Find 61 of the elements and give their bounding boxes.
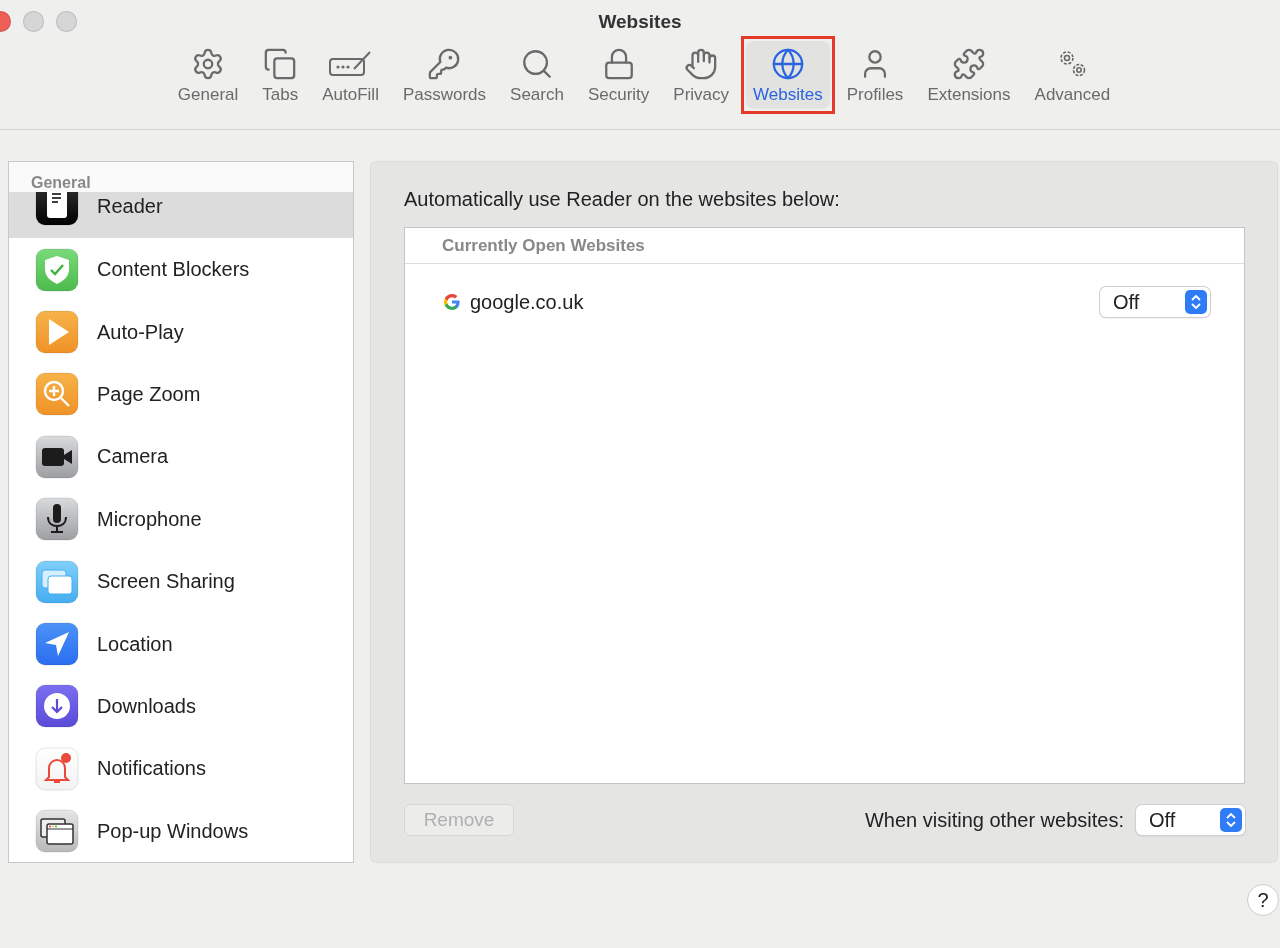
sidebar-label: Camera bbox=[97, 445, 169, 469]
stepper-icon bbox=[1185, 290, 1207, 315]
sidebar-item[interactable]: Pop-up Windows bbox=[9, 800, 353, 863]
key-icon bbox=[427, 46, 462, 81]
toolbar-tab[interactable]: Tabs bbox=[255, 40, 306, 109]
toolbar-tab[interactable]: Extensions bbox=[920, 40, 1018, 109]
bell-icon bbox=[35, 746, 79, 791]
sidebar-label: Location bbox=[97, 632, 173, 656]
sidebar-label: Page Zoom bbox=[97, 382, 201, 406]
sidebar-label: Downloads bbox=[97, 694, 196, 718]
help-button[interactable]: ? bbox=[1247, 884, 1279, 917]
sidebar-label: Microphone bbox=[97, 507, 202, 531]
hand-icon bbox=[684, 46, 719, 81]
toolbar-tab[interactable]: Passwords bbox=[395, 40, 494, 109]
video-camera-icon bbox=[35, 434, 79, 479]
windows-icon bbox=[35, 809, 79, 854]
shield-check-icon bbox=[35, 247, 79, 292]
sidebar-item[interactable]: Camera bbox=[9, 425, 353, 489]
toolbar-tab[interactable]: Security bbox=[580, 40, 657, 109]
panel-heading: Automatically use Reader on the websites below: bbox=[404, 188, 841, 212]
toolbar-tab[interactable]: Search bbox=[503, 40, 571, 109]
sidebar-label: Screen Sharing bbox=[97, 570, 235, 594]
toolbar-tab[interactable]: Profiles bbox=[839, 40, 911, 109]
toolbar-tab[interactable]: Websites bbox=[746, 40, 830, 109]
stepper-icon bbox=[1220, 808, 1242, 833]
toolbar-tab[interactable]: Privacy bbox=[666, 40, 737, 109]
sidebar-item[interactable]: Notifications bbox=[9, 737, 353, 800]
sidebar-item[interactable]: Location bbox=[9, 612, 353, 676]
microphone-icon bbox=[35, 497, 79, 542]
site-favicon-icon bbox=[442, 292, 462, 313]
magnifier-plus-icon bbox=[35, 372, 79, 417]
sidebar-item[interactable]: Screen Sharing bbox=[9, 550, 353, 613]
play-icon bbox=[35, 310, 79, 355]
website-name: google.co.uk bbox=[470, 290, 585, 314]
tabs-icon bbox=[263, 46, 298, 81]
default-setting-popup[interactable]: Off bbox=[1136, 805, 1245, 836]
sidebar-label: Auto-Play bbox=[97, 320, 184, 344]
sidebar-label: Pop-up Windows bbox=[97, 819, 249, 843]
globe-icon bbox=[770, 46, 805, 81]
sidebar-item[interactable]: Auto-Play bbox=[9, 300, 353, 364]
screens-icon bbox=[35, 559, 79, 604]
setting-popup[interactable]: Off bbox=[1100, 287, 1210, 318]
minimize-button[interactable] bbox=[23, 11, 44, 33]
download-icon bbox=[35, 684, 79, 729]
other-websites-label: When visiting other websites: bbox=[865, 808, 1124, 832]
toolbar-tab[interactable]: Advanced bbox=[1027, 40, 1118, 109]
sidebar-label: Content Blockers bbox=[97, 258, 250, 282]
zoom-button[interactable] bbox=[56, 11, 77, 33]
sidebar-label: Reader bbox=[97, 195, 163, 219]
section-header: General bbox=[31, 174, 91, 193]
sidebar-item[interactable]: Microphone bbox=[9, 488, 353, 551]
sidebar-item[interactable]: Page Zoom bbox=[9, 363, 353, 426]
column-header: Currently Open Websites bbox=[405, 228, 1244, 265]
sidebar-item[interactable]: Downloads bbox=[9, 675, 353, 738]
sidebar-item[interactable]: Reader bbox=[9, 192, 353, 239]
sidebar-item[interactable]: Content Blockers bbox=[9, 238, 353, 301]
toolbar-tab[interactable]: AutoFill bbox=[315, 40, 386, 109]
toolbar-tab[interactable]: General bbox=[170, 40, 246, 109]
puzzle-icon bbox=[951, 46, 986, 81]
window-title: Websites bbox=[598, 10, 682, 32]
sidebar-label: Notifications bbox=[97, 757, 206, 781]
